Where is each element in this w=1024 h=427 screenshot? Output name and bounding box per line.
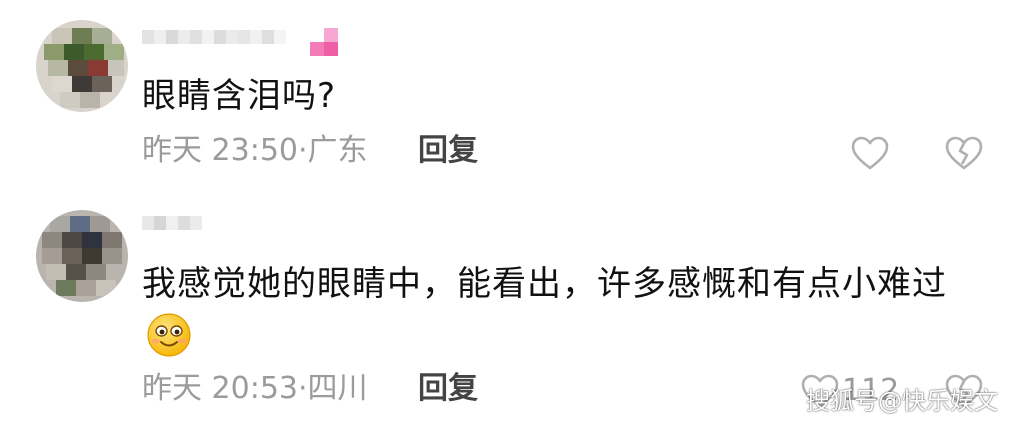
comment-item: 眼睛含泪吗? 昨天 23:50·广东 回复 [0,0,1024,200]
badge-icon [310,42,324,56]
comment-location: 四川 [307,371,368,406]
comment-location: 广东 [307,133,368,168]
meta-separator: · [298,133,308,168]
comment-time: 昨天 23:50 [142,133,298,168]
username-blurred[interactable] [142,30,312,58]
smiling-face-emoji [146,312,192,358]
comment-meta: 昨天 20:53·四川 [142,372,368,406]
reply-button[interactable]: 回复 [418,134,478,168]
comment-text: 眼睛含泪吗? [142,76,337,116]
watermark: 搜狐号@快乐娱文 [806,387,998,415]
badge-icon-part [324,28,338,42]
username-blurred[interactable] [142,216,206,244]
badge-icon-part [324,42,338,56]
meta-separator: · [298,371,308,406]
heart-outline-icon[interactable] [850,134,890,174]
avatar[interactable] [36,210,128,302]
comment-meta: 昨天 23:50·广东 [142,134,368,168]
comment-text: 我感觉她的眼睛中，能看出，许多感慨和有点小难过 [142,264,947,304]
comment-time: 昨天 20:53 [142,371,298,406]
broken-heart-icon[interactable] [944,134,984,174]
avatar[interactable] [36,20,128,112]
reply-button[interactable]: 回复 [418,372,478,406]
